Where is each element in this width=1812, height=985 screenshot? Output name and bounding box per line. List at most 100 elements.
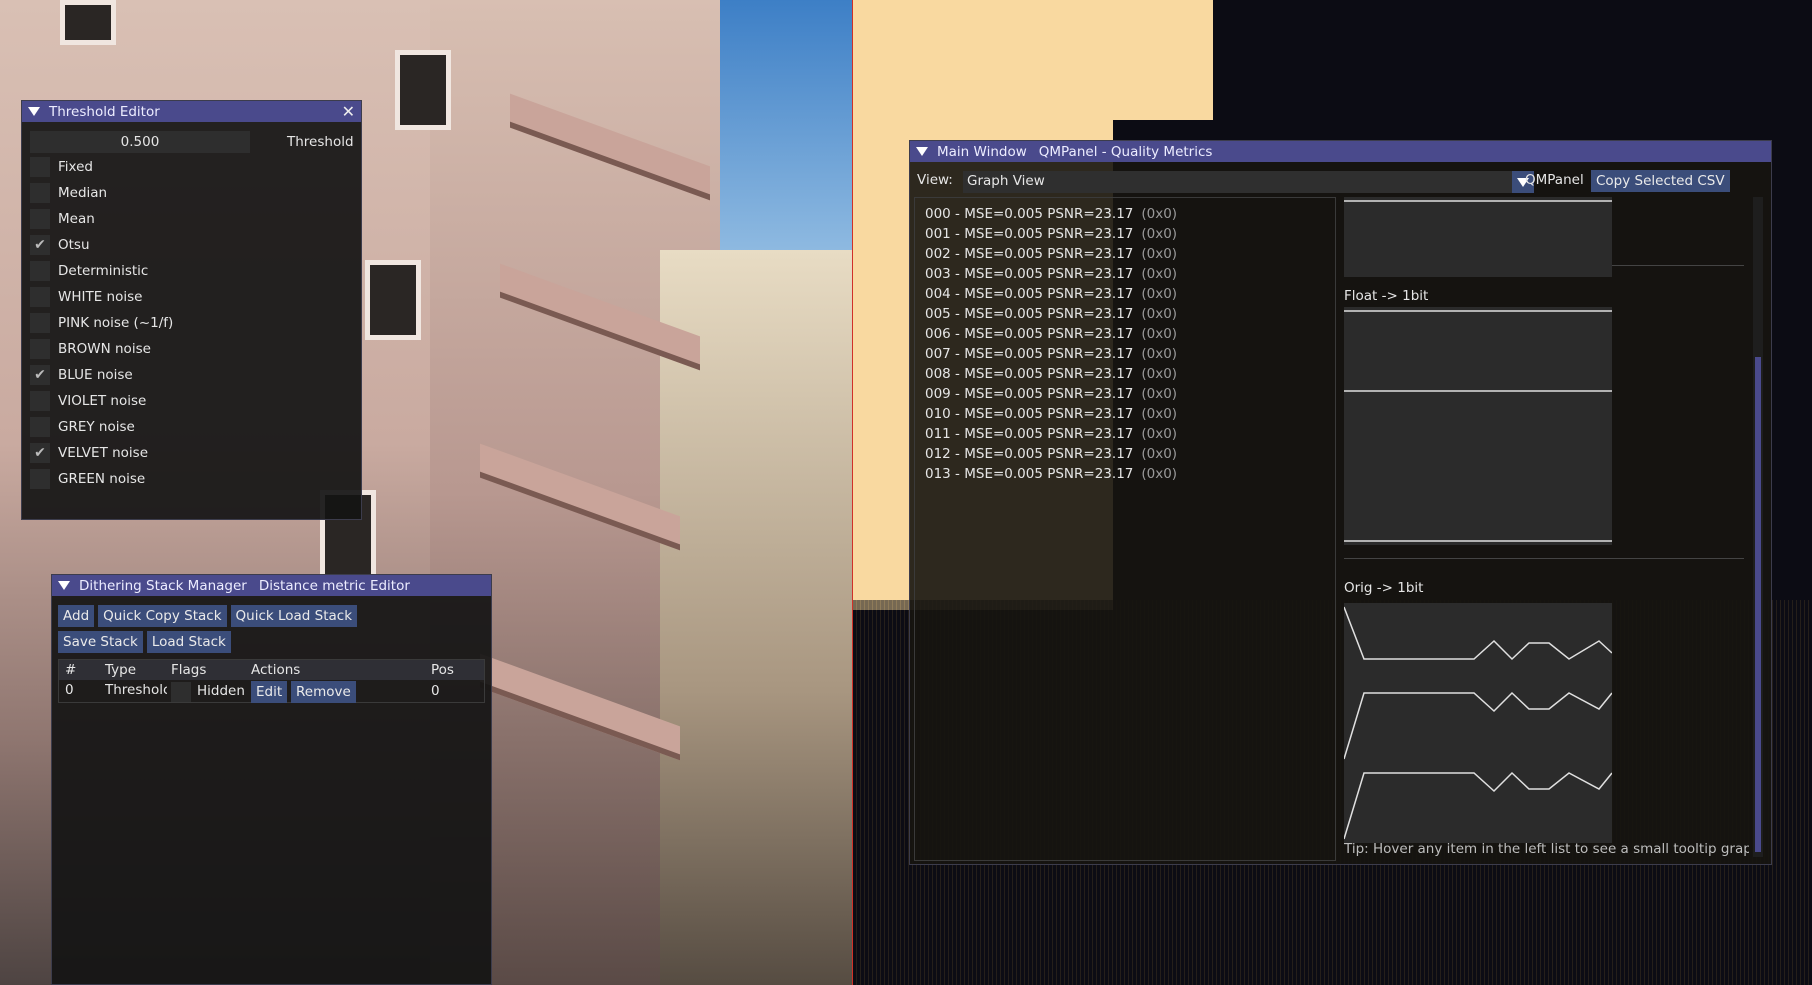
quick-load-stack-button[interactable]: Quick Load Stack xyxy=(230,605,358,627)
checkbox[interactable] xyxy=(30,469,50,489)
hidden-label: Hidden xyxy=(197,683,245,699)
list-item[interactable]: 013 - MSE=0.005 PSNR=23.17 (0x0) xyxy=(925,464,1335,484)
metric-hex: (0x0) xyxy=(1141,246,1178,262)
save-stack-button[interactable]: Save Stack xyxy=(58,631,143,653)
view-label: View: xyxy=(917,172,953,188)
threshold-option[interactable]: Median xyxy=(30,182,107,204)
checkbox[interactable] xyxy=(30,417,50,437)
checkmark-icon[interactable]: ✔ xyxy=(30,235,50,255)
threshold-option-label: Mean xyxy=(58,211,95,227)
metric-graph[interactable] xyxy=(1344,603,1612,683)
metric-graph[interactable] xyxy=(1344,387,1612,467)
metric-text: 006 - MSE=0.005 PSNR=23.17 xyxy=(925,326,1134,342)
metric-graph[interactable] xyxy=(1344,465,1612,545)
metric-graph[interactable] xyxy=(1344,307,1612,387)
copy-selected-csv-button[interactable]: Copy Selected CSV xyxy=(1591,170,1730,192)
threshold-option[interactable]: ✔ Otsu xyxy=(30,234,90,256)
list-item[interactable]: 011 - MSE=0.005 PSNR=23.17 (0x0) xyxy=(925,424,1335,444)
threshold-label: Threshold xyxy=(287,134,354,150)
col-flags: Flags xyxy=(171,662,207,678)
stack-table: # Type Flags Actions Pos 0 Thresholc Hid… xyxy=(58,659,485,703)
threshold-option[interactable]: ✔ BLUE noise xyxy=(30,364,133,386)
metric-hex: (0x0) xyxy=(1141,266,1178,282)
threshold-editor-window: Threshold Editor ✕ 0.500 Threshold Fixed… xyxy=(21,100,362,520)
tab-stack-manager[interactable]: Dithering Stack Manager xyxy=(79,578,247,594)
threshold-option-label: Deterministic xyxy=(58,263,149,279)
list-item[interactable]: 004 - MSE=0.005 PSNR=23.17 (0x0) xyxy=(925,284,1335,304)
metric-graph[interactable] xyxy=(1344,763,1612,843)
list-item[interactable]: 010 - MSE=0.005 PSNR=23.17 (0x0) xyxy=(925,404,1335,424)
threshold-option-label: GREEN noise xyxy=(58,471,146,487)
remove-button[interactable]: Remove xyxy=(291,681,356,703)
list-item[interactable]: 012 - MSE=0.005 PSNR=23.17 (0x0) xyxy=(925,444,1335,464)
threshold-option[interactable]: GREY noise xyxy=(30,416,135,438)
metrics-list[interactable]: 000 - MSE=0.005 PSNR=23.17 (0x0) 001 - MSE… xyxy=(914,197,1336,861)
tab-main-window[interactable]: Main Window xyxy=(937,144,1027,160)
metric-text: 012 - MSE=0.005 PSNR=23.17 xyxy=(925,446,1134,462)
threshold-option[interactable]: Fixed xyxy=(30,156,93,178)
list-item[interactable]: 007 - MSE=0.005 PSNR=23.17 (0x0) xyxy=(925,344,1335,364)
metric-hex: (0x0) xyxy=(1141,366,1178,382)
list-item[interactable]: 003 - MSE=0.005 PSNR=23.17 (0x0) xyxy=(925,264,1335,284)
metric-graph[interactable] xyxy=(1344,683,1612,763)
threshold-option[interactable]: PINK noise (~1/f) xyxy=(30,312,173,334)
scrollbar-thumb[interactable] xyxy=(1755,357,1761,852)
threshold-option[interactable]: Deterministic xyxy=(30,260,148,282)
add-button[interactable]: Add xyxy=(58,605,95,627)
scrollbar[interactable] xyxy=(1753,197,1763,857)
threshold-option[interactable]: GREEN noise xyxy=(30,468,145,490)
qm-panel-titlebar[interactable]: Main Window QMPanel - Quality Metrics xyxy=(910,141,1771,162)
checkmark-icon[interactable]: ✔ xyxy=(30,365,50,385)
checkbox[interactable] xyxy=(30,391,50,411)
metric-text: 000 - MSE=0.005 PSNR=23.17 xyxy=(925,206,1134,222)
hidden-checkbox[interactable] xyxy=(171,682,191,702)
threshold-slider[interactable]: 0.500 xyxy=(30,131,250,153)
threshold-option[interactable]: VIOLET noise xyxy=(30,390,146,412)
collapse-icon[interactable] xyxy=(58,581,70,590)
threshold-option[interactable]: ✔ VELVET noise xyxy=(30,442,148,464)
checkbox[interactable] xyxy=(30,157,50,177)
metric-text: 002 - MSE=0.005 PSNR=23.17 xyxy=(925,246,1134,262)
qm-panel-window: Main Window QMPanel - Quality Metrics Vi… xyxy=(909,140,1772,865)
list-item[interactable]: 000 - MSE=0.005 PSNR=23.17 (0x0) xyxy=(925,204,1335,224)
threshold-option[interactable]: Mean xyxy=(30,208,95,230)
col-type: Type xyxy=(105,662,137,678)
stack-manager-titlebar[interactable]: Dithering Stack Manager Distance metric … xyxy=(52,575,491,596)
edit-button[interactable]: Edit xyxy=(251,681,288,703)
checkbox[interactable] xyxy=(30,261,50,281)
checkbox[interactable] xyxy=(30,209,50,229)
metric-graph[interactable] xyxy=(1344,197,1612,277)
list-item[interactable]: 009 - MSE=0.005 PSNR=23.17 (0x0) xyxy=(925,384,1335,404)
list-item[interactable]: 005 - MSE=0.005 PSNR=23.17 (0x0) xyxy=(925,304,1335,324)
threshold-option[interactable]: WHITE noise xyxy=(30,286,142,308)
list-item[interactable]: 002 - MSE=0.005 PSNR=23.17 (0x0) xyxy=(925,244,1335,264)
tab-qm-panel[interactable]: QMPanel - Quality Metrics xyxy=(1039,144,1213,160)
close-icon[interactable]: ✕ xyxy=(342,102,355,121)
checkbox[interactable] xyxy=(30,313,50,333)
list-item[interactable]: 001 - MSE=0.005 PSNR=23.17 (0x0) xyxy=(925,224,1335,244)
threshold-option-label: PINK noise (~1/f) xyxy=(58,315,174,331)
list-item[interactable]: 006 - MSE=0.005 PSNR=23.17 (0x0) xyxy=(925,324,1335,344)
threshold-option-label: WHITE noise xyxy=(58,289,143,305)
metric-hex: (0x0) xyxy=(1141,306,1178,322)
checkbox[interactable] xyxy=(30,339,50,359)
load-stack-button[interactable]: Load Stack xyxy=(146,631,231,653)
list-item[interactable]: 008 - MSE=0.005 PSNR=23.17 (0x0) xyxy=(925,364,1335,384)
checkbox[interactable] xyxy=(30,287,50,307)
threshold-option-label: VELVET noise xyxy=(58,445,149,461)
quick-copy-stack-button[interactable]: Quick Copy Stack xyxy=(98,605,227,627)
row-index: 0 xyxy=(65,682,74,698)
collapse-icon[interactable] xyxy=(28,107,40,116)
checkmark-icon[interactable]: ✔ xyxy=(30,443,50,463)
table-row[interactable]: 0 Thresholc Hidden Edit Remove 0 xyxy=(59,680,484,703)
threshold-option[interactable]: BROWN noise xyxy=(30,338,151,360)
table-header: # Type Flags Actions Pos xyxy=(59,660,484,680)
metric-hex: (0x0) xyxy=(1141,406,1178,422)
tab-distance-metric[interactable]: Distance metric Editor xyxy=(259,578,410,594)
checkbox[interactable] xyxy=(30,183,50,203)
threshold-option-label: GREY noise xyxy=(58,419,135,435)
collapse-icon[interactable] xyxy=(916,147,928,156)
threshold-option-label: Otsu xyxy=(58,237,90,253)
view-select[interactable]: Graph View xyxy=(963,171,1534,193)
threshold-editor-titlebar[interactable]: Threshold Editor ✕ xyxy=(22,101,361,122)
